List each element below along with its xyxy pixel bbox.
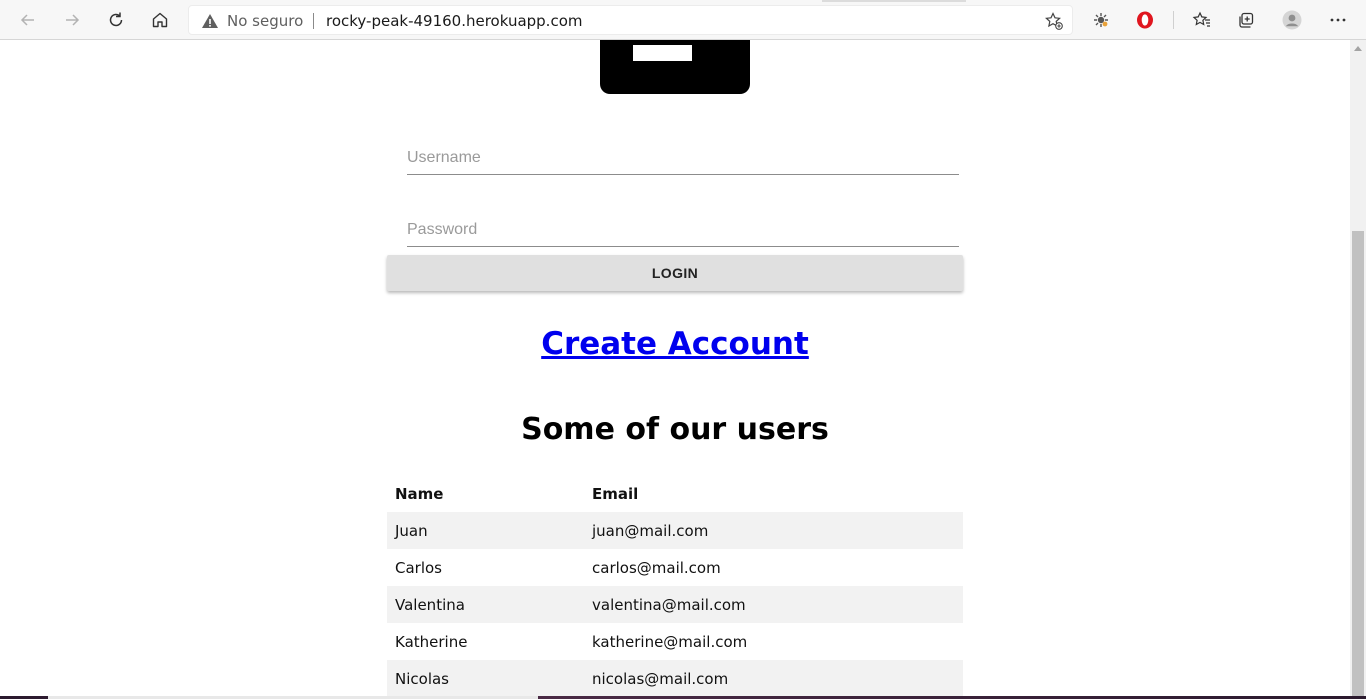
user-email-cell: carlos@mail.com	[592, 558, 721, 577]
favorites-icon	[1192, 11, 1210, 27]
user-name-cell: Nicolas	[395, 669, 449, 688]
password-field[interactable]	[407, 213, 959, 247]
security-label[interactable]: No seguro	[227, 12, 303, 30]
collections-button[interactable]	[1230, 4, 1262, 36]
more-icon	[1330, 18, 1346, 22]
table-row: Katherine katherine@mail.com	[387, 623, 963, 660]
address-bar[interactable]: No seguro rocky-peak-49160.herokuapp.com	[188, 5, 1073, 35]
column-header-email: Email	[592, 485, 639, 503]
vertical-scrollbar[interactable]	[1350, 40, 1366, 699]
user-name-cell: Valentina	[395, 595, 465, 614]
user-email-cell: nicolas@mail.com	[592, 669, 729, 688]
extension-icon	[1094, 13, 1108, 27]
table-row: Valentina valentina@mail.com	[387, 586, 963, 623]
table-row: Nicolas nicolas@mail.com	[387, 660, 963, 697]
address-separator	[313, 13, 314, 29]
profile-button[interactable]	[1276, 4, 1308, 36]
home-button[interactable]	[144, 4, 176, 36]
forward-button[interactable]	[56, 4, 88, 36]
tab-indicator	[822, 0, 966, 2]
back-button[interactable]	[12, 4, 44, 36]
user-name-cell: Katherine	[395, 632, 468, 651]
password-input[interactable]	[407, 213, 959, 239]
users-table: Name Email Juan juan@mail.com Carlos car…	[387, 476, 963, 697]
toolbar-divider	[1173, 11, 1174, 29]
url-text[interactable]: rocky-peak-49160.herokuapp.com	[326, 12, 583, 30]
warning-icon[interactable]	[201, 12, 219, 30]
users-section-title: Some of our users	[521, 412, 829, 447]
back-icon	[20, 14, 34, 26]
user-email-cell: valentina@mail.com	[592, 595, 746, 614]
user-name-cell: Carlos	[395, 558, 442, 577]
extension-button[interactable]	[1085, 4, 1117, 36]
add-favorite-icon[interactable]	[1044, 11, 1064, 31]
forward-icon	[66, 14, 80, 26]
login-button[interactable]: LOGIN	[387, 255, 963, 291]
profile-icon	[1282, 10, 1302, 30]
user-email-cell: juan@mail.com	[592, 521, 709, 540]
scroll-up-arrow-icon[interactable]	[1354, 46, 1362, 51]
home-icon	[152, 12, 168, 28]
table-row: Juan juan@mail.com	[387, 512, 963, 549]
table-row: Carlos carlos@mail.com	[387, 549, 963, 586]
app-logo	[600, 40, 750, 94]
create-account-link-wrapper: Create Account	[0, 326, 1350, 362]
user-name-cell: Juan	[395, 521, 428, 540]
scrollbar-thumb[interactable]	[1352, 231, 1364, 699]
browser-toolbar: No seguro rocky-peak-49160.herokuapp.com	[0, 0, 1366, 40]
column-header-name: Name	[395, 485, 444, 503]
create-account-link[interactable]: Create Account	[541, 326, 809, 362]
collections-icon	[1239, 12, 1254, 28]
username-input[interactable]	[407, 141, 959, 167]
more-button[interactable]	[1322, 4, 1354, 36]
refresh-icon	[109, 12, 123, 27]
opera-button[interactable]	[1129, 4, 1161, 36]
table-header-row: Name Email	[387, 476, 963, 512]
username-field[interactable]	[407, 141, 959, 175]
logo-slot	[633, 45, 692, 61]
favorites-button[interactable]	[1186, 4, 1218, 36]
opera-icon	[1137, 11, 1153, 29]
page-content: LOGIN Create Account Some of our users N…	[0, 40, 1350, 699]
refresh-button[interactable]	[100, 4, 132, 36]
user-email-cell: katherine@mail.com	[592, 632, 748, 651]
